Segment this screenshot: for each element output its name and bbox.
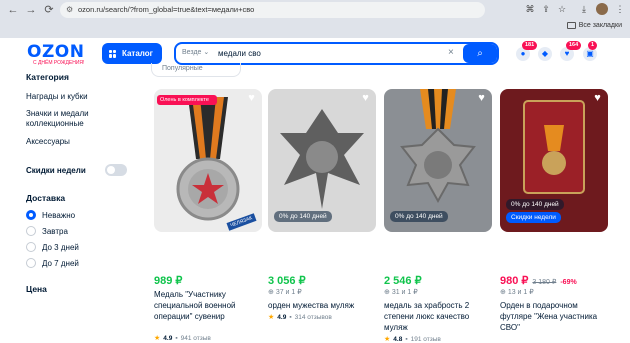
reviews-icon: ▪ [405,335,408,343]
favorites-badge: 164 [566,41,582,50]
url-text: ozon.ru/search/?from_global=true&text=ме… [78,5,255,14]
delivery-option[interactable]: До 7 дней [26,258,79,268]
search-scope-select[interactable]: Везде ⌄ [182,48,209,56]
radio[interactable] [26,258,36,268]
search-input[interactable] [218,47,438,60]
ozon-logo[interactable]: OZON [27,42,84,62]
catalog-button[interactable]: Каталог [102,43,162,64]
logo-subtitle: С ДНЁМ РОЖДЕНИЯ! [33,60,85,66]
product-image[interactable]: ♥ 0% до 140 дней Скидки недели [500,89,608,232]
product-image[interactable]: ♥ 0% до 140 дней [268,89,376,232]
radio[interactable] [26,242,36,252]
address-bar[interactable]: ⚙ ozon.ru/search/?from_global=true&text=… [60,2,485,18]
installment-tag: 0% до 140 дней [506,199,564,210]
installment-tag: 0% до 140 дней [274,211,332,222]
category-link[interactable]: Аксессуары [26,137,70,147]
delivery-option[interactable]: До 3 дней [26,242,79,252]
radio-selected[interactable] [26,210,36,220]
price: 989 ₽ [154,275,183,287]
favorite-heart-icon[interactable]: ♥ [476,93,487,104]
search-bar: Везде ⌄ × ⌕ [174,42,499,65]
download-icon[interactable]: ⤓ [578,3,590,15]
radio[interactable] [26,226,36,236]
product-image[interactable]: ♥ 0% до 140 дней [384,89,492,232]
orders-badge: 181 [522,41,538,50]
price-heading: Цена [26,284,47,294]
search-icon: ⌕ [477,48,483,59]
star-icon: ★ [268,314,275,321]
category-link[interactable]: Значки и медали коллекционные [26,109,121,129]
share-icon[interactable]: ⇪ [540,3,552,15]
forward-icon[interactable]: → [24,3,38,17]
favorite-heart-icon[interactable]: ♥ [246,93,257,104]
product-card[interactable]: ♥ 0% до 140 дней Скидки недели 980 ₽3 18… [500,89,608,332]
profile-avatar[interactable] [596,3,608,15]
delivery-heading: Доставка [26,193,66,203]
product-image[interactable]: Олень в комплекте ♥ ЧЕЛЯЗАК [154,89,262,232]
delivery-option[interactable]: Завтра [26,226,68,236]
installment-info: ⊕ 31 и 1 ₽ [384,289,418,296]
price: 3 056 ₽ [268,275,306,287]
reload-icon[interactable]: ⟳ [42,3,56,17]
delivery-option[interactable]: Неважно [26,210,75,220]
promo-tag: Олень в комплекте [157,95,217,105]
back-icon[interactable]: ← [6,3,20,17]
installment-tag: 0% до 140 дней [390,211,448,222]
medal-svco-image [176,97,240,221]
product-card[interactable]: ♥ 0% до 140 дней 3 056 ₽ ⊕ 37 и 1 ₽ орде… [268,89,376,321]
reviews-icon: ▪ [175,334,178,342]
star-icon: ★ [154,335,161,342]
week-discount-tag: Скидки недели [506,212,561,223]
week-discount-label: Скидки недели [26,166,86,175]
rating: ★ 4.9 ▪ 941 отзыв [154,334,211,343]
translate-icon[interactable]: ⌘ [524,3,536,15]
catalog-label: Каталог [122,49,153,58]
bookmarks-bar[interactable]: Все закладки [566,22,622,29]
folder-icon [566,22,576,29]
product-title[interactable]: Орден в подарочном футляре "Жена участни… [500,300,608,333]
product-card[interactable]: ♥ 0% до 140 дней 2 546 ₽ ⊕ 31 и 1 ₽ меда… [384,89,492,343]
favorite-heart-icon[interactable]: ♥ [360,93,371,104]
orders-icon[interactable]: ◆ [538,47,552,61]
clear-icon[interactable]: × [448,47,454,58]
all-bookmarks-label: Все закладки [578,22,622,29]
favorite-heart-icon[interactable]: ♥ [592,93,603,104]
product-title[interactable]: Медаль "Участнику специальной военной оп… [154,289,262,322]
site-info-icon[interactable]: ⚙ [66,2,73,18]
menu-dots-icon[interactable]: ⋮ [614,3,626,15]
rating: ★ 4.9 ▪ 314 отзывов [268,313,332,322]
product-card[interactable]: Олень в комплекте ♥ ЧЕЛЯЗАК 989 ₽ Медаль… [154,89,262,342]
bookmark-star-icon[interactable]: ☆ [556,3,568,15]
week-discount-toggle[interactable] [105,164,127,176]
product-title[interactable]: орден мужества муляж [268,300,376,311]
product-title[interactable]: медаль за храбрость 2 степени люкс качес… [384,300,492,333]
search-button[interactable]: ⌕ [463,44,497,63]
price: 2 546 ₽ [384,275,422,287]
sort-select[interactable]: Популярные [151,63,241,77]
price: 980 ₽3 180 ₽ -69% [500,275,577,287]
category-heading: Категория [26,72,69,82]
order-wife-image [523,100,585,194]
cart-badge: 1 [588,41,598,50]
browser-chrome: ← → ⟳ ⚙ ozon.ru/search/?from_global=true… [0,0,630,38]
reviews-icon: ▪ [289,313,292,321]
category-link[interactable]: Награды и кубки [26,92,88,102]
star-icon: ★ [384,336,391,343]
rating: ★ 4.8 ▪ 191 отзыв [384,335,441,343]
ozon-page: OZON С ДНЁМ РОЖДЕНИЯ! Каталог Везде ⌄ × … [0,38,630,343]
grid-icon [109,49,117,58]
installment-info: ⊕ 13 и 1 ₽ [500,289,534,296]
installment-info: ⊕ 37 и 1 ₽ [268,289,302,296]
